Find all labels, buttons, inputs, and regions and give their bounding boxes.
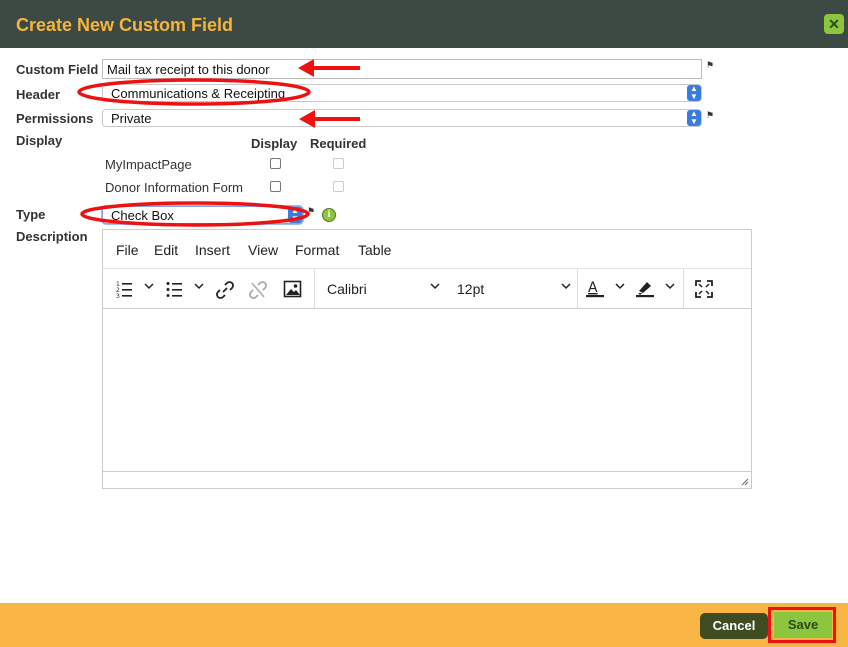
chevron-down-icon[interactable] bbox=[665, 281, 675, 291]
info-icon[interactable]: i bbox=[322, 208, 336, 222]
select-arrows-icon: ▲ ▼ bbox=[687, 85, 701, 101]
flag-icon: ⚑ bbox=[706, 110, 715, 120]
toolbar-divider bbox=[314, 269, 315, 308]
chevron-down-icon[interactable] bbox=[430, 281, 440, 291]
dialog-footer: Cancel Save bbox=[0, 603, 848, 647]
resize-handle-icon[interactable] bbox=[741, 478, 749, 486]
toolbar-divider bbox=[577, 269, 578, 308]
chevron-down-icon[interactable] bbox=[194, 281, 204, 291]
menu-view[interactable]: View bbox=[248, 242, 278, 258]
menu-edit[interactable]: Edit bbox=[154, 242, 178, 258]
toolbar-divider bbox=[683, 269, 684, 308]
description-label: Description bbox=[16, 229, 88, 244]
header-select-value: Communications & Receipting bbox=[111, 86, 286, 101]
editor-menubar: File Edit Insert View Format Table bbox=[103, 230, 751, 269]
menu-insert[interactable]: Insert bbox=[195, 242, 230, 258]
display-row-label: Donor Information Form bbox=[105, 180, 243, 195]
myimpactpage-display-checkbox[interactable] bbox=[270, 158, 281, 169]
select-arrows-icon: ▲ ▼ bbox=[687, 110, 701, 126]
type-label: Type bbox=[16, 207, 46, 222]
permissions-select-value: Private bbox=[111, 111, 152, 126]
font-family-value[interactable]: Calibri bbox=[327, 281, 367, 297]
dialog-title: Create New Custom Field bbox=[16, 15, 234, 35]
type-select[interactable]: Check Box ▲ ▼ bbox=[102, 206, 303, 224]
svg-text:A: A bbox=[588, 280, 598, 296]
flag-icon: ⚑ bbox=[706, 60, 715, 70]
flag-icon: ⚑ bbox=[307, 206, 316, 216]
display-label: Display bbox=[16, 133, 63, 148]
myimpactpage-required-checkbox bbox=[333, 158, 344, 169]
numbered-list-icon[interactable]: 123 bbox=[116, 277, 134, 301]
menu-file[interactable]: File bbox=[116, 242, 139, 258]
chevron-down-icon[interactable] bbox=[615, 281, 625, 291]
custom-field-input[interactable]: Mail tax receipt to this donor bbox=[102, 59, 702, 79]
rich-text-editor: File Edit Insert View Format Table 123 C… bbox=[102, 229, 752, 489]
type-select-value: Check Box bbox=[111, 208, 174, 223]
select-arrows-icon: ▲ ▼ bbox=[288, 207, 302, 223]
highlight-icon[interactable] bbox=[635, 277, 655, 301]
header-label: Header bbox=[16, 87, 61, 102]
donor-form-display-checkbox[interactable] bbox=[270, 181, 281, 192]
close-icon[interactable]: ✕ bbox=[824, 14, 844, 34]
permissions-select[interactable]: Private ▲ ▼ bbox=[102, 109, 702, 127]
text-color-icon[interactable]: A bbox=[585, 277, 605, 301]
unlink-icon[interactable] bbox=[248, 277, 268, 301]
menu-format[interactable]: Format bbox=[295, 242, 339, 258]
donor-form-required-checkbox bbox=[333, 181, 344, 192]
cancel-button[interactable]: Cancel bbox=[700, 613, 768, 639]
editor-toolbar: 123 Calibri 12pt A bbox=[103, 269, 751, 309]
editor-statusbar bbox=[103, 471, 751, 488]
chevron-down-icon[interactable] bbox=[561, 281, 571, 291]
bullet-list-icon[interactable] bbox=[166, 277, 184, 301]
header-select[interactable]: Communications & Receipting ▲ ▼ bbox=[102, 84, 702, 102]
menu-table[interactable]: Table bbox=[358, 242, 391, 258]
font-size-value[interactable]: 12pt bbox=[457, 281, 484, 297]
dialog-titlebar: Create New Custom Field ✕ bbox=[0, 0, 848, 48]
image-icon[interactable] bbox=[283, 277, 303, 301]
fullscreen-icon[interactable] bbox=[695, 277, 713, 301]
chevron-down-icon[interactable] bbox=[144, 281, 154, 291]
required-column-header: Required bbox=[310, 136, 367, 151]
display-row-label: MyImpactPage bbox=[105, 157, 192, 172]
editor-content-area[interactable] bbox=[103, 309, 751, 471]
save-highlight-box bbox=[768, 607, 836, 643]
permissions-label: Permissions bbox=[16, 111, 94, 126]
svg-text:3: 3 bbox=[116, 293, 120, 300]
display-column-header: Display bbox=[251, 136, 298, 151]
link-icon[interactable] bbox=[215, 277, 235, 301]
custom-field-label: Custom Field bbox=[16, 62, 99, 77]
